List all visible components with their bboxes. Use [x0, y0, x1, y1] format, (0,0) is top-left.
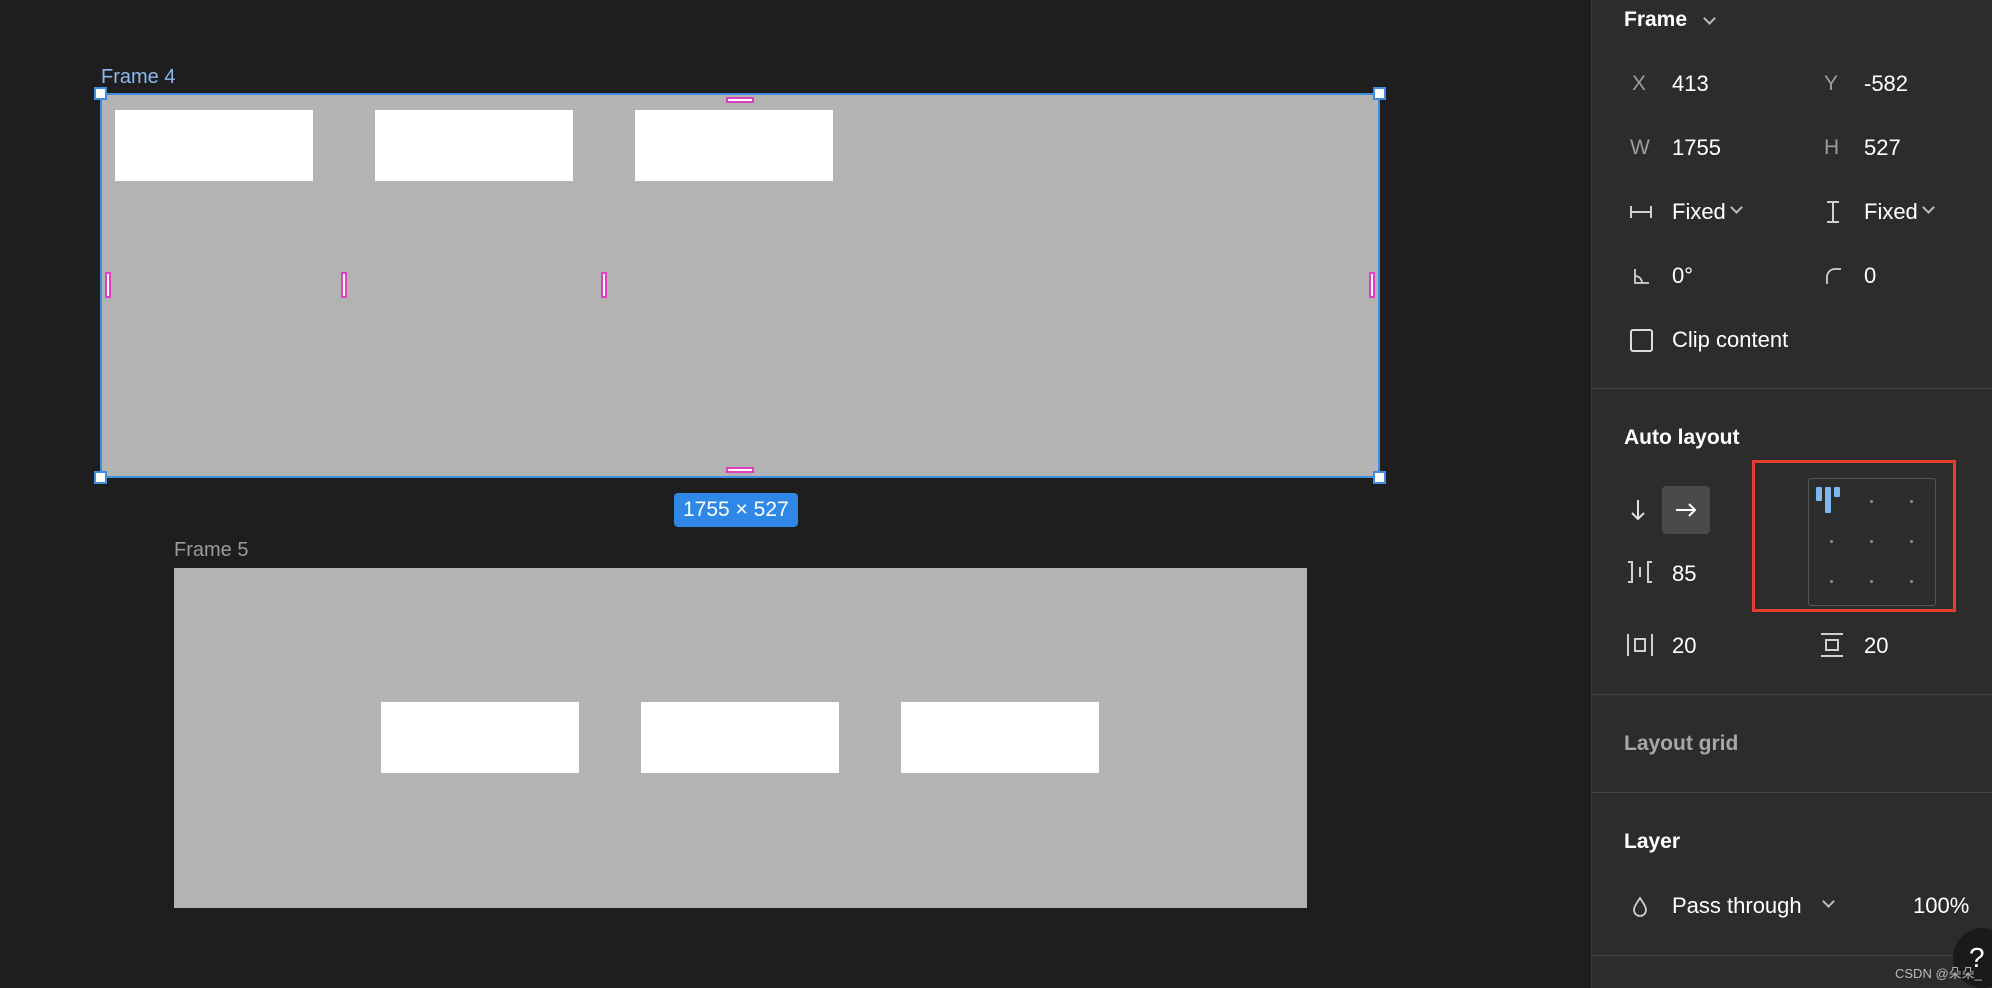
rotation-icon	[1628, 264, 1654, 288]
section-divider	[1592, 955, 1992, 956]
resize-handle-top-right[interactable]	[1373, 87, 1386, 100]
height-mode-chevron-down-icon[interactable]	[1922, 201, 1935, 214]
item-spacing-input[interactable]: 85	[1672, 561, 1696, 587]
vertical-padding-input[interactable]: 20	[1864, 633, 1888, 659]
frame-size-badge: 1755 × 527	[674, 493, 798, 527]
auto-layout-title: Auto layout	[1624, 426, 1740, 449]
y-input[interactable]: -582	[1864, 71, 1908, 97]
alignment-grid[interactable]	[1808, 478, 1936, 606]
design-canvas[interactable]: Frame 4 1755 × 527 Frame 5	[0, 0, 1591, 988]
frame-4-child-rect-1[interactable]	[115, 110, 313, 181]
frame-5-label[interactable]: Frame 5	[174, 539, 248, 562]
corner-radius-input[interactable]: 0	[1864, 263, 1876, 289]
align-top-left-bar-icon[interactable]	[1816, 487, 1822, 501]
align-top-left-bar-icon[interactable]	[1834, 487, 1840, 497]
blend-mode-chevron-down-icon[interactable]	[1822, 895, 1835, 908]
resize-handle-bottom-left[interactable]	[94, 471, 107, 484]
frame-5-child-rect-1[interactable]	[381, 702, 579, 773]
vertical-resizing-icon	[1820, 200, 1846, 224]
align-middle-center-dot[interactable]	[1870, 540, 1873, 543]
section-divider	[1592, 388, 1992, 389]
y-label: Y	[1824, 72, 1839, 95]
blend-mode-dropdown[interactable]: Pass through	[1672, 893, 1802, 919]
horizontal-resizing-icon	[1628, 200, 1654, 224]
frame-4-label[interactable]: Frame 4	[101, 66, 175, 89]
align-middle-right-dot[interactable]	[1910, 540, 1913, 543]
gap-marker-1[interactable]	[341, 272, 347, 298]
padding-marker-left[interactable]	[105, 272, 111, 298]
resize-handle-top-left[interactable]	[94, 87, 107, 100]
gap-marker-2[interactable]	[601, 272, 607, 298]
align-top-right-dot[interactable]	[1910, 500, 1913, 503]
blend-mode-drop-icon	[1628, 894, 1652, 920]
align-bottom-left-dot[interactable]	[1830, 580, 1833, 583]
layout-grid-title[interactable]: Layout grid	[1624, 732, 1738, 756]
vertical-padding-icon	[1818, 632, 1846, 658]
align-top-center-dot[interactable]	[1870, 500, 1873, 503]
section-divider	[1592, 792, 1992, 793]
horizontal-padding-icon	[1626, 632, 1654, 658]
corner-radius-icon	[1820, 264, 1846, 288]
layer-title: Layer	[1624, 830, 1681, 853]
align-middle-left-dot[interactable]	[1830, 540, 1833, 543]
frame-5-child-rect-3[interactable]	[901, 702, 1099, 773]
w-label: W	[1630, 136, 1650, 159]
h-label: H	[1824, 136, 1840, 159]
layer-opacity-input[interactable]: 100%	[1913, 893, 1969, 919]
clip-content-label[interactable]: Clip content	[1672, 327, 1788, 353]
width-mode-chevron-down-icon[interactable]	[1730, 201, 1743, 214]
frame-4-child-rect-3[interactable]	[635, 110, 833, 181]
horizontal-padding-input[interactable]: 20	[1672, 633, 1696, 659]
frame-4[interactable]	[100, 93, 1380, 478]
align-top-left-bar-icon[interactable]	[1825, 487, 1831, 513]
frame-section-title[interactable]: Frame	[1624, 8, 1687, 32]
watermark: CSDN @朵朵_	[1895, 966, 1982, 981]
align-bottom-right-dot[interactable]	[1910, 580, 1913, 583]
width-input[interactable]: 1755	[1672, 135, 1721, 161]
frame-4-child-rect-2[interactable]	[375, 110, 573, 181]
vertical-direction-arrow-down-icon[interactable]	[1626, 496, 1650, 524]
frame-5[interactable]	[174, 568, 1307, 908]
width-mode-dropdown[interactable]: Fixed	[1672, 199, 1726, 225]
padding-marker-right[interactable]	[1369, 272, 1375, 298]
height-mode-dropdown[interactable]: Fixed	[1864, 199, 1918, 225]
gap-spacing-icon	[1626, 560, 1654, 584]
padding-marker-bottom[interactable]	[726, 467, 754, 473]
height-input[interactable]: 527	[1864, 135, 1901, 161]
frame-type-chevron-down-icon[interactable]	[1703, 12, 1716, 25]
resize-handle-bottom-right[interactable]	[1373, 471, 1386, 484]
x-label: X	[1632, 72, 1647, 95]
section-divider	[1592, 694, 1992, 695]
frame-5-child-rect-2[interactable]	[641, 702, 839, 773]
rotation-input[interactable]: 0°	[1672, 263, 1693, 289]
horizontal-direction-arrow-right-icon[interactable]	[1672, 498, 1700, 522]
x-input[interactable]: 413	[1672, 71, 1709, 97]
clip-content-checkbox[interactable]	[1630, 329, 1653, 352]
padding-marker-top[interactable]	[726, 97, 754, 103]
align-bottom-center-dot[interactable]	[1870, 580, 1873, 583]
